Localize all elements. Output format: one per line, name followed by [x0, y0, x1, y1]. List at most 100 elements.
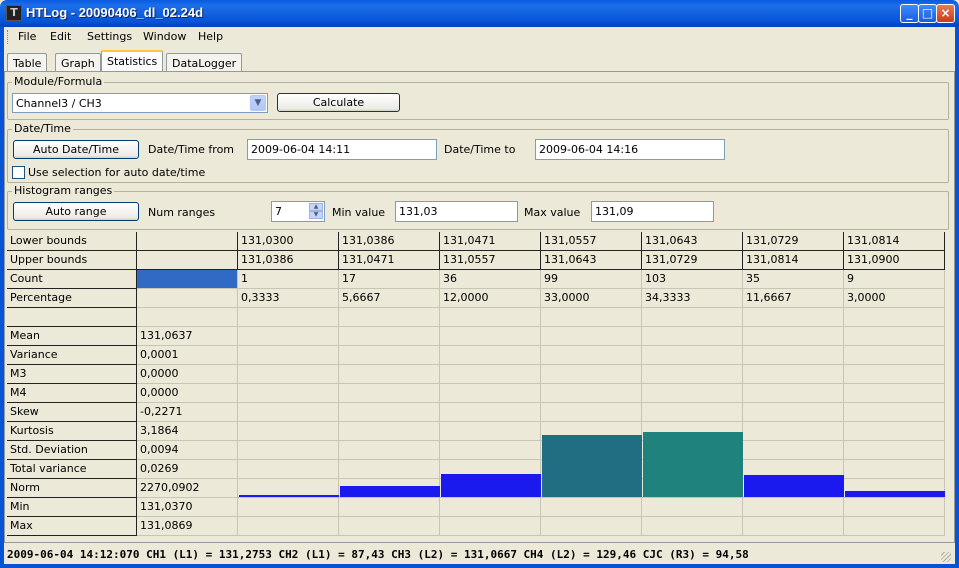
chart-cell[interactable]: [339, 365, 440, 384]
chart-cell[interactable]: [339, 403, 440, 422]
chart-cell[interactable]: [743, 327, 844, 346]
table-cell[interactable]: [541, 308, 642, 327]
chart-cell[interactable]: [642, 498, 743, 517]
stat-value[interactable]: 131,0637: [137, 327, 238, 346]
chart-cell[interactable]: [440, 365, 541, 384]
table-cell[interactable]: [137, 289, 238, 308]
chart-cell[interactable]: [238, 441, 339, 460]
chart-cell[interactable]: [844, 384, 945, 403]
datetime-from-field[interactable]: 2009-06-04 14:11: [247, 139, 437, 160]
lower-bound-cell[interactable]: 131,0386: [339, 232, 440, 251]
upper-bound-cell[interactable]: 131,0471: [339, 251, 440, 270]
percentage-cell[interactable]: 33,0000: [541, 289, 642, 308]
table-cell[interactable]: [844, 308, 945, 327]
num-ranges-stepper[interactable]: 7 ▲ ▼: [271, 201, 325, 222]
chart-cell[interactable]: [844, 403, 945, 422]
chart-cell[interactable]: [642, 327, 743, 346]
stat-value[interactable]: 0,0000: [137, 384, 238, 403]
stat-value[interactable]: 0,0001: [137, 346, 238, 365]
menu-file[interactable]: File: [18, 30, 36, 43]
chart-cell[interactable]: [642, 517, 743, 536]
datetime-to-field[interactable]: 2009-06-04 14:16: [535, 139, 725, 160]
row-label-empty[interactable]: [7, 308, 137, 327]
chart-cell[interactable]: [844, 365, 945, 384]
chart-cell[interactable]: [339, 327, 440, 346]
tab-graph[interactable]: Graph: [55, 53, 101, 72]
minimize-button[interactable]: _: [900, 4, 919, 23]
percentage-cell[interactable]: 5,6667: [339, 289, 440, 308]
stat-label[interactable]: Skew: [7, 403, 137, 422]
upper-bound-cell[interactable]: 131,0729: [642, 251, 743, 270]
stat-label[interactable]: M3: [7, 365, 137, 384]
stat-label[interactable]: Norm: [7, 479, 137, 498]
chart-cell[interactable]: [238, 517, 339, 536]
chart-cell[interactable]: [642, 384, 743, 403]
tab-statistics[interactable]: Statistics: [101, 50, 164, 72]
lower-bound-cell[interactable]: 131,0814: [844, 232, 945, 251]
stat-value[interactable]: -0,2271: [137, 403, 238, 422]
upper-bound-cell[interactable]: 131,0900: [844, 251, 945, 270]
max-value-field[interactable]: 131,09: [591, 201, 714, 222]
chart-cell[interactable]: [238, 460, 339, 479]
stat-label[interactable]: M4: [7, 384, 137, 403]
maximize-button[interactable]: □: [918, 4, 937, 23]
close-button[interactable]: ×: [936, 4, 955, 23]
chart-cell[interactable]: [743, 422, 844, 441]
stat-label[interactable]: Std. Deviation: [7, 441, 137, 460]
lower-bound-cell[interactable]: 131,0300: [238, 232, 339, 251]
percentage-cell[interactable]: 0,3333: [238, 289, 339, 308]
row-label-upper-bound[interactable]: Upper bounds: [7, 251, 137, 270]
chart-cell[interactable]: [339, 517, 440, 536]
chart-cell[interactable]: [541, 327, 642, 346]
table-cell[interactable]: [642, 308, 743, 327]
stat-label[interactable]: Mean: [7, 327, 137, 346]
stat-value[interactable]: 3,1864: [137, 422, 238, 441]
row-label-percentage[interactable]: Percentage: [7, 289, 137, 308]
chevron-down-icon[interactable]: ▼: [250, 95, 266, 111]
chart-cell[interactable]: [541, 498, 642, 517]
chart-cell[interactable]: [743, 498, 844, 517]
chart-cell[interactable]: [440, 441, 541, 460]
chart-cell[interactable]: [844, 517, 945, 536]
statistics-table[interactable]: Lower bounds 131,0300 131,0386 131,0471 131,…: [7, 232, 945, 538]
stat-label[interactable]: Min: [7, 498, 137, 517]
chart-cell[interactable]: [541, 346, 642, 365]
use-selection-checkbox[interactable]: [12, 166, 25, 179]
count-cell[interactable]: 35: [743, 270, 844, 289]
upper-bound-cell[interactable]: 131,0557: [440, 251, 541, 270]
lower-bound-cell[interactable]: 131,0643: [642, 232, 743, 251]
chart-cell[interactable]: [844, 441, 945, 460]
lower-bound-cell[interactable]: 131,0729: [743, 232, 844, 251]
chart-cell[interactable]: [541, 403, 642, 422]
chart-cell[interactable]: [541, 384, 642, 403]
count-cell[interactable]: 103: [642, 270, 743, 289]
tab-table[interactable]: Table: [7, 53, 48, 72]
percentage-cell[interactable]: 11,6667: [743, 289, 844, 308]
chart-cell[interactable]: [844, 346, 945, 365]
chart-cell[interactable]: [238, 365, 339, 384]
chart-cell[interactable]: [541, 517, 642, 536]
chart-cell[interactable]: [339, 441, 440, 460]
stat-value[interactable]: 2270,0902: [137, 479, 238, 498]
chart-cell[interactable]: [339, 460, 440, 479]
spinner-icon[interactable]: ▲ ▼: [309, 203, 323, 220]
chart-cell[interactable]: [440, 346, 541, 365]
selected-cell[interactable]: [137, 270, 238, 289]
stat-value[interactable]: 0,0269: [137, 460, 238, 479]
upper-bound-cell[interactable]: 131,0386: [238, 251, 339, 270]
menu-edit[interactable]: Edit: [50, 30, 71, 43]
menu-window[interactable]: Window: [143, 30, 186, 43]
percentage-cell[interactable]: 34,3333: [642, 289, 743, 308]
chart-cell[interactable]: [541, 365, 642, 384]
stat-value[interactable]: 131,0869: [137, 517, 238, 536]
table-cell[interactable]: [137, 308, 238, 327]
percentage-cell[interactable]: 3,0000: [844, 289, 945, 308]
lower-bound-cell[interactable]: 131,0557: [541, 232, 642, 251]
title-bar[interactable]: T HTLog - 20090406_dl_02.24d _ □ ×: [0, 0, 959, 27]
chart-cell[interactable]: [743, 384, 844, 403]
count-cell[interactable]: 1: [238, 270, 339, 289]
count-cell[interactable]: 99: [541, 270, 642, 289]
resize-grip-icon[interactable]: [941, 552, 951, 562]
chart-cell[interactable]: [844, 460, 945, 479]
stat-value[interactable]: 0,0000: [137, 365, 238, 384]
